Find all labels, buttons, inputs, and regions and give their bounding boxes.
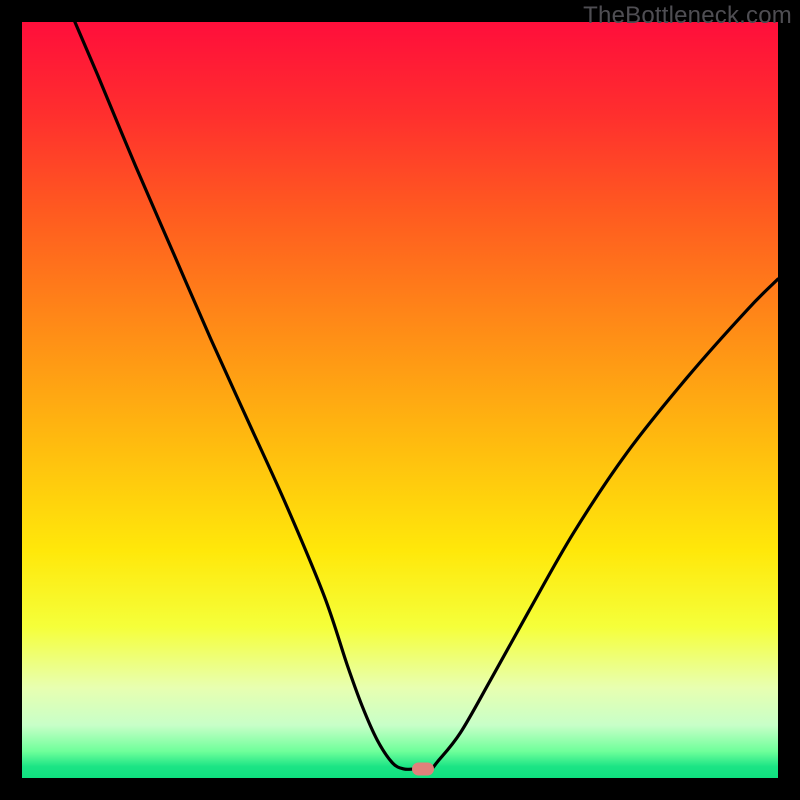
gradient-background <box>22 22 778 778</box>
watermark-text: TheBottleneck.com <box>583 2 792 30</box>
optimal-point-marker <box>412 762 434 775</box>
plot-svg <box>22 22 778 778</box>
chart-frame: TheBottleneck.com <box>0 0 800 800</box>
plot-area <box>22 22 778 778</box>
